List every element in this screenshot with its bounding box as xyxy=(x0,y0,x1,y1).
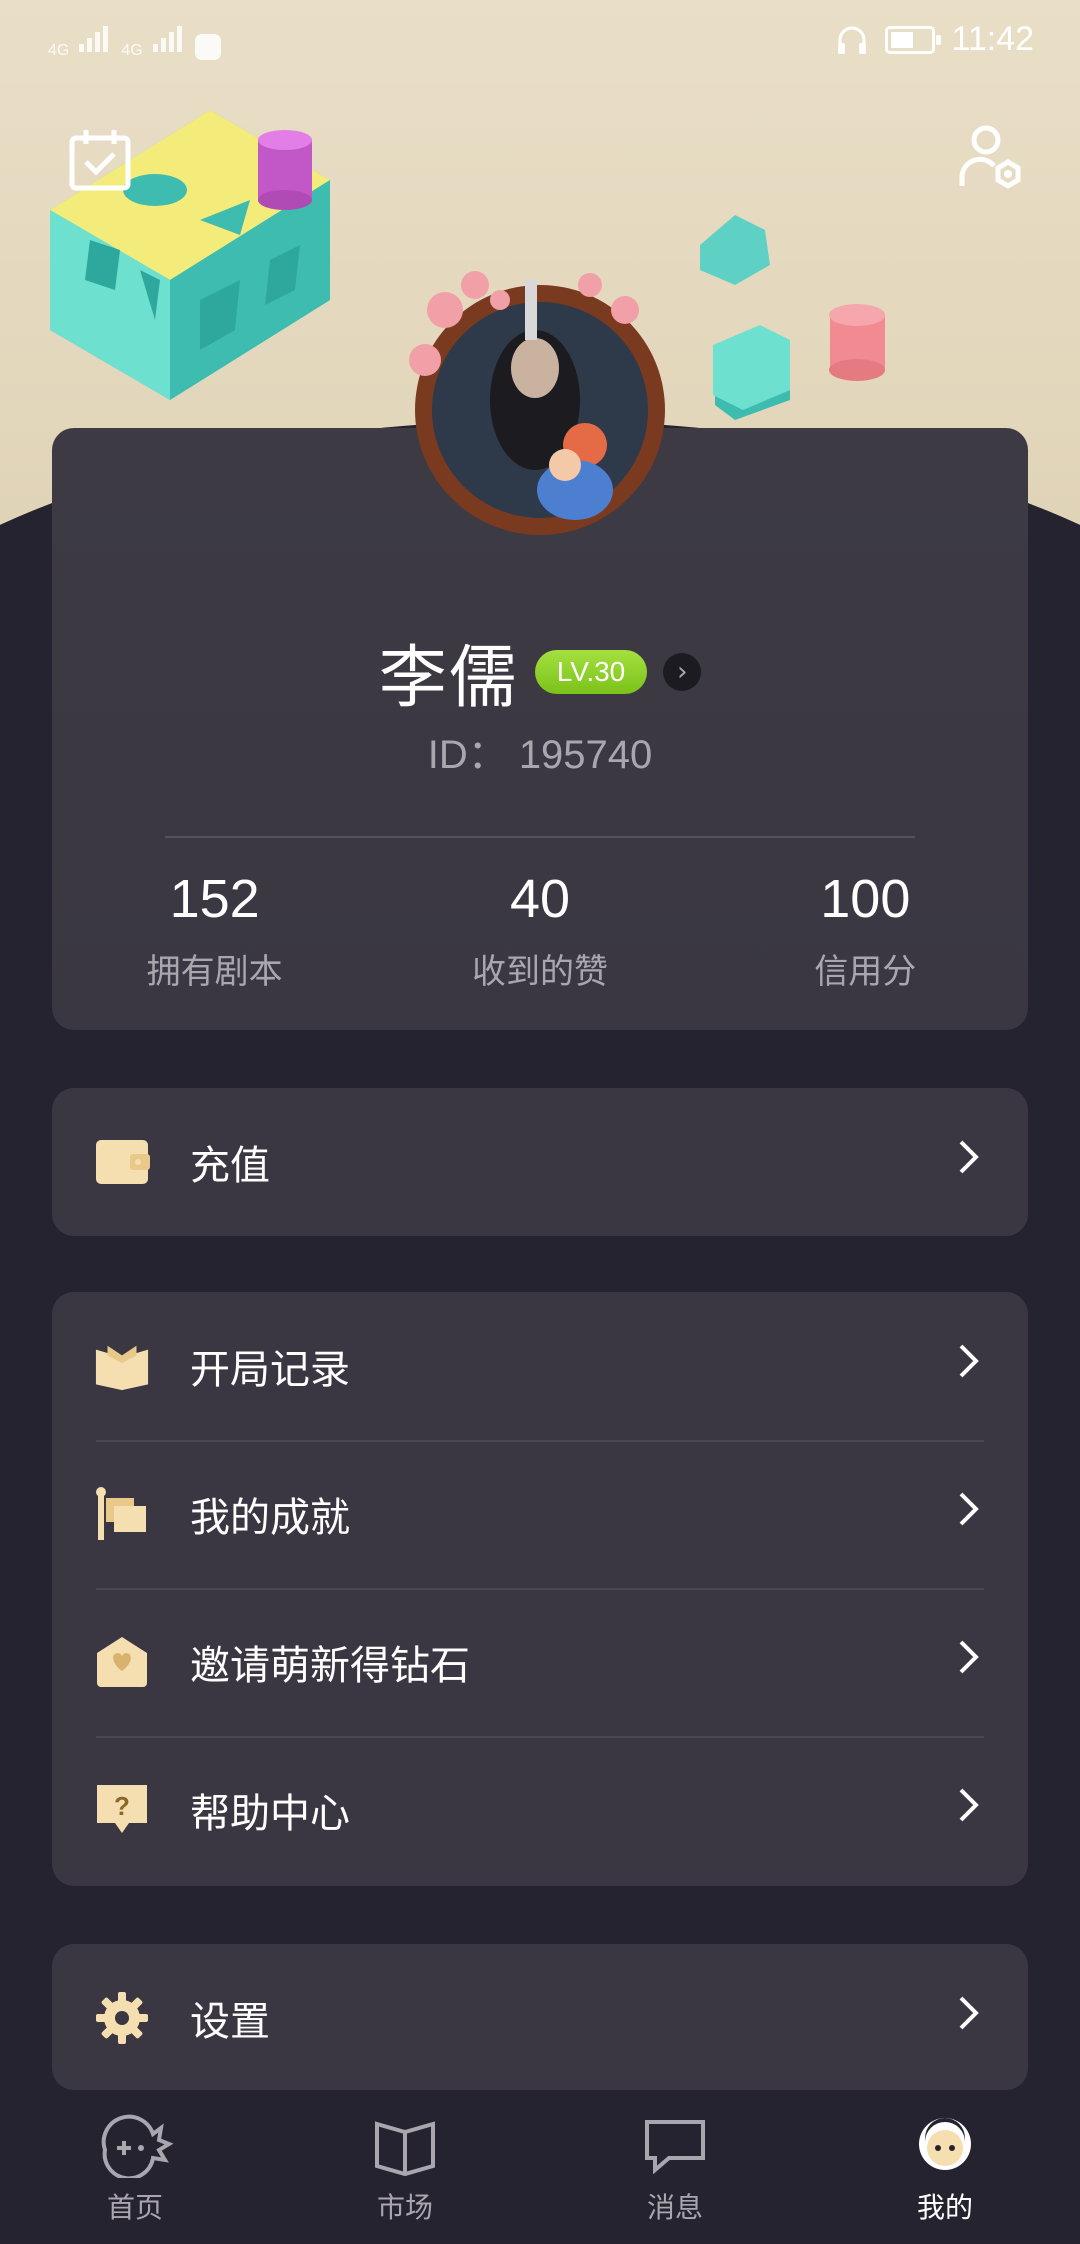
user-settings-icon[interactable] xyxy=(956,122,1026,192)
chevron-right-icon xyxy=(958,1491,980,1537)
chevron-right-icon xyxy=(958,1787,980,1833)
gamepad-icon xyxy=(101,2114,174,2178)
wallet-icon xyxy=(94,1134,150,1190)
stat-likes[interactable]: 40 收到的赞 xyxy=(377,868,702,993)
stat-value: 152 xyxy=(169,869,260,929)
user-id: ID： 195740 xyxy=(427,733,653,777)
menu-item-settings[interactable]: 设置 xyxy=(52,1944,1028,2092)
menu-label: 邀请萌新得钻石 xyxy=(190,1643,470,1689)
stat-label: 收到的赞 xyxy=(471,952,608,992)
menu-item-recharge[interactable]: 充值 xyxy=(52,1088,1028,1236)
menu-group-card: 开局记录 我的成就 邀请萌新得钻石 ? 帮助中心 xyxy=(52,1292,1028,1886)
stat-value: 40 xyxy=(509,869,571,929)
menu-label: 开局记录 xyxy=(190,1347,350,1393)
menu-label: 设置 xyxy=(190,1999,270,2045)
level-badge: LV.30 xyxy=(534,649,648,694)
avatar[interactable] xyxy=(405,250,675,550)
headphones-icon xyxy=(838,26,867,54)
open-book-icon xyxy=(94,1338,150,1394)
signal-icon xyxy=(152,22,185,60)
chevron-right-icon xyxy=(958,1995,980,2041)
nav-label: 消息 xyxy=(646,2191,703,2224)
help-icon: ? xyxy=(94,1782,150,1838)
nav-item-profile[interactable]: 我的 xyxy=(810,2090,1080,2244)
status-bar: 4G 4G 11:42 xyxy=(0,0,1080,84)
menu-label: 充值 xyxy=(190,1143,270,1189)
chevron-right-icon xyxy=(958,1139,980,1185)
gear-icon xyxy=(94,1990,150,2046)
network-type-2: 4G xyxy=(121,42,143,59)
clock: 11:42 xyxy=(951,20,1034,58)
stat-credit[interactable]: 100 信用分 xyxy=(703,868,1028,993)
flag-icon xyxy=(94,1486,150,1542)
menu-label: 我的成就 xyxy=(190,1495,350,1541)
signal-indicators: 4G 4G xyxy=(48,22,221,60)
chat-bubble-icon xyxy=(645,2120,705,2175)
app-notification-icon xyxy=(194,34,221,60)
nav-item-market[interactable]: 市场 xyxy=(270,2090,540,2244)
profile-name-row: 李儒 LV.30 › xyxy=(0,622,1080,721)
bottom-navigation: 首页 市场 消息 我的 xyxy=(0,2090,1080,2244)
menu-item-help[interactable]: ? 帮助中心 xyxy=(52,1736,1028,1884)
stat-label: 拥有剧本 xyxy=(146,952,283,992)
chevron-right-icon[interactable]: › xyxy=(663,652,702,691)
profile-stats: 152 拥有剧本 40 收到的赞 100 信用分 xyxy=(52,868,1028,993)
heart-envelope-icon xyxy=(94,1634,150,1690)
nav-item-messages[interactable]: 消息 xyxy=(540,2090,810,2244)
nav-label: 我的 xyxy=(916,2191,973,2224)
book-icon xyxy=(375,2121,435,2177)
nav-item-home[interactable]: 首页 xyxy=(0,2090,270,2244)
menu-item-achievements[interactable]: 我的成就 xyxy=(52,1440,1028,1588)
svg-text:?: ? xyxy=(114,1791,130,1821)
divider xyxy=(165,836,915,838)
calendar-checkin-icon[interactable] xyxy=(66,126,136,196)
chevron-right-icon xyxy=(958,1343,980,1389)
stat-label: 信用分 xyxy=(814,952,917,992)
stat-scripts[interactable]: 152 拥有剧本 xyxy=(52,868,377,993)
chevron-right-icon xyxy=(958,1639,980,1685)
user-name: 李儒 xyxy=(378,639,519,718)
menu-item-invite[interactable]: 邀请萌新得钻石 xyxy=(52,1588,1028,1736)
battery-icon xyxy=(885,25,942,54)
signal-icon xyxy=(79,22,111,60)
recharge-card: 充值 xyxy=(52,1088,1028,1236)
nav-label: 首页 xyxy=(106,2191,163,2224)
stat-value: 100 xyxy=(820,869,911,929)
menu-item-game-records[interactable]: 开局记录 xyxy=(52,1292,1028,1440)
settings-card: 设置 xyxy=(52,1944,1028,2090)
nav-label: 市场 xyxy=(376,2191,433,2224)
network-type-1: 4G xyxy=(48,42,70,59)
menu-label: 帮助中心 xyxy=(190,1791,350,1837)
profile-face-icon xyxy=(919,2118,971,2170)
